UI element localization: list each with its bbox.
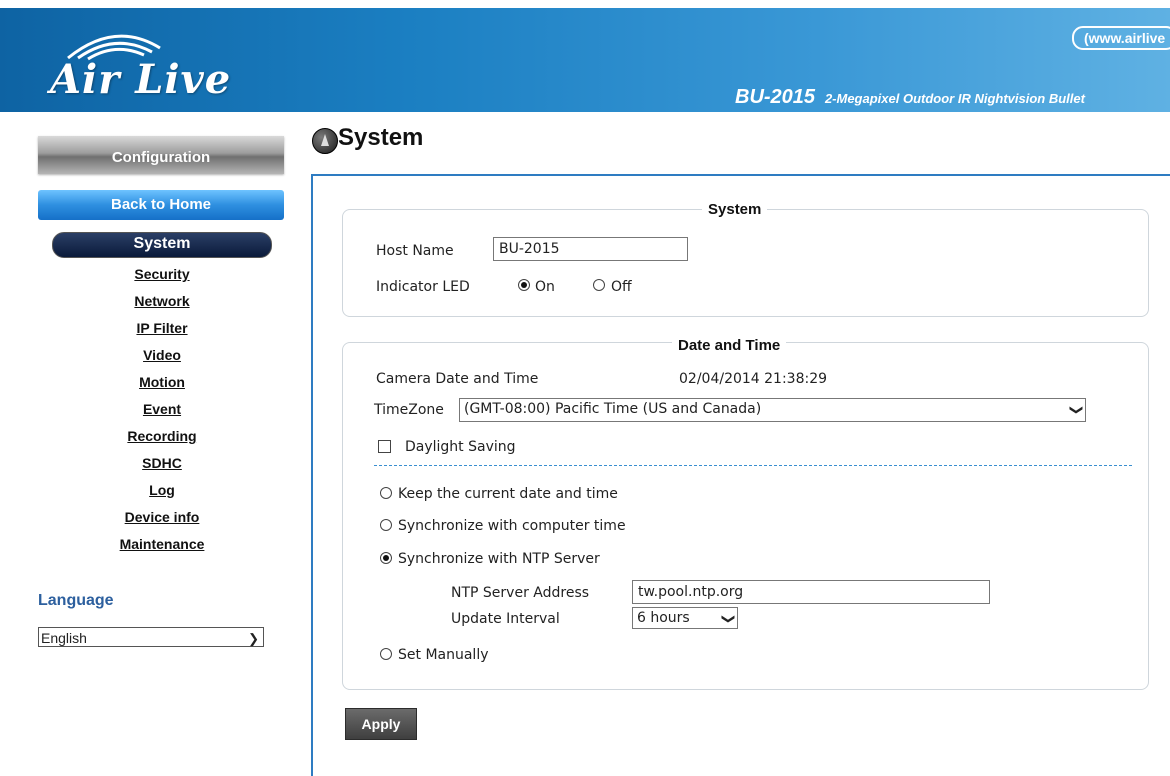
language-select[interactable]: English ❯ [38, 627, 264, 647]
language-value: English [41, 630, 87, 646]
model-description: 2-Megapixel Outdoor IR Nightvision Bulle… [824, 91, 1085, 106]
ntp-server-label: NTP Server Address [451, 585, 590, 601]
sync-ntp-radio[interactable] [380, 552, 392, 564]
host-name-input[interactable]: BU-2015 [493, 237, 688, 261]
sidebar-item-system[interactable]: System [52, 232, 272, 258]
sync-ntp-label: Synchronize with NTP Server [398, 551, 600, 567]
update-interval-value: 6 hours [637, 610, 690, 626]
apply-button[interactable]: Apply [345, 708, 417, 740]
led-off-radio[interactable] [593, 279, 605, 291]
camera-date-time-value: 02/04/2014 21:38:29 [679, 371, 828, 387]
host-name-label: Host Name [376, 243, 454, 259]
dashed-divider [374, 465, 1132, 466]
sidebar-item-sdhc[interactable]: SDHC [0, 450, 324, 477]
logo-text: Air Live [50, 56, 232, 103]
timezone-value: (GMT-08:00) Pacific Time (US and Canada) [464, 401, 762, 417]
chevron-down-icon: ❯ [1068, 404, 1084, 416]
set-manually-radio[interactable] [380, 648, 392, 660]
header-banner: Air Live (www.airlive BU-2015 2-Megapixe… [0, 8, 1170, 112]
language-label: Language [38, 592, 114, 609]
sidebar-item-security[interactable]: Security [0, 261, 324, 288]
sidebar-nav: System Security Network IP Filter Video … [0, 232, 324, 558]
sidebar-item-ip-filter[interactable]: IP Filter [0, 315, 324, 342]
sidebar-item-network[interactable]: Network [0, 288, 324, 315]
set-manually-label: Set Manually [398, 647, 489, 663]
date-time-group [342, 342, 1149, 690]
ntp-server-input[interactable]: tw.pool.ntp.org [632, 580, 990, 604]
page-title: System [338, 124, 424, 151]
update-interval-label: Update Interval [451, 611, 560, 627]
update-interval-select[interactable]: 6 hours ❯ [632, 607, 738, 629]
led-on-label: On [535, 279, 555, 295]
sync-computer-radio[interactable] [380, 519, 392, 531]
sidebar-item-motion[interactable]: Motion [0, 369, 324, 396]
sidebar-item-event[interactable]: Event [0, 396, 324, 423]
system-group [342, 209, 1149, 317]
configuration-header: Configuration [38, 136, 284, 174]
sidebar-item-recording[interactable]: Recording [0, 423, 324, 450]
chevron-down-icon: ❯ [248, 631, 259, 646]
keep-current-radio[interactable] [380, 487, 392, 499]
led-on-radio[interactable] [518, 279, 530, 291]
daylight-saving-checkbox[interactable] [378, 440, 391, 453]
keep-current-label: Keep the current date and time [398, 486, 618, 502]
timezone-select[interactable]: (GMT-08:00) Pacific Time (US and Canada)… [459, 398, 1086, 422]
website-link[interactable]: (www.airlive [1072, 26, 1170, 50]
sidebar-item-log[interactable]: Log [0, 477, 324, 504]
timezone-label: TimeZone [374, 402, 444, 418]
sidebar-item-device-info[interactable]: Device info [0, 504, 324, 531]
back-to-home-button[interactable]: Back to Home [38, 190, 284, 220]
sidebar-item-video[interactable]: Video [0, 342, 324, 369]
led-off-label: Off [611, 279, 632, 295]
date-time-legend: Date and Time [672, 337, 787, 354]
camera-date-time-label: Camera Date and Time [376, 371, 539, 387]
airlive-logo: Air Live [50, 28, 280, 108]
sidebar-item-maintenance[interactable]: Maintenance [0, 531, 324, 558]
chevron-down-icon: ❯ [720, 613, 736, 625]
indicator-led-label: Indicator LED [376, 279, 470, 295]
model-line: BU-2015 2-Megapixel Outdoor IR Nightvisi… [735, 86, 1085, 109]
system-legend: System [702, 201, 768, 218]
daylight-saving-label: Daylight Saving [405, 439, 516, 455]
sidebar: Configuration Back to Home System Securi… [0, 112, 300, 760]
system-icon [312, 128, 338, 154]
sync-computer-label: Synchronize with computer time [398, 518, 626, 534]
model-name: BU-2015 [735, 86, 816, 108]
top-strip [0, 0, 1170, 8]
